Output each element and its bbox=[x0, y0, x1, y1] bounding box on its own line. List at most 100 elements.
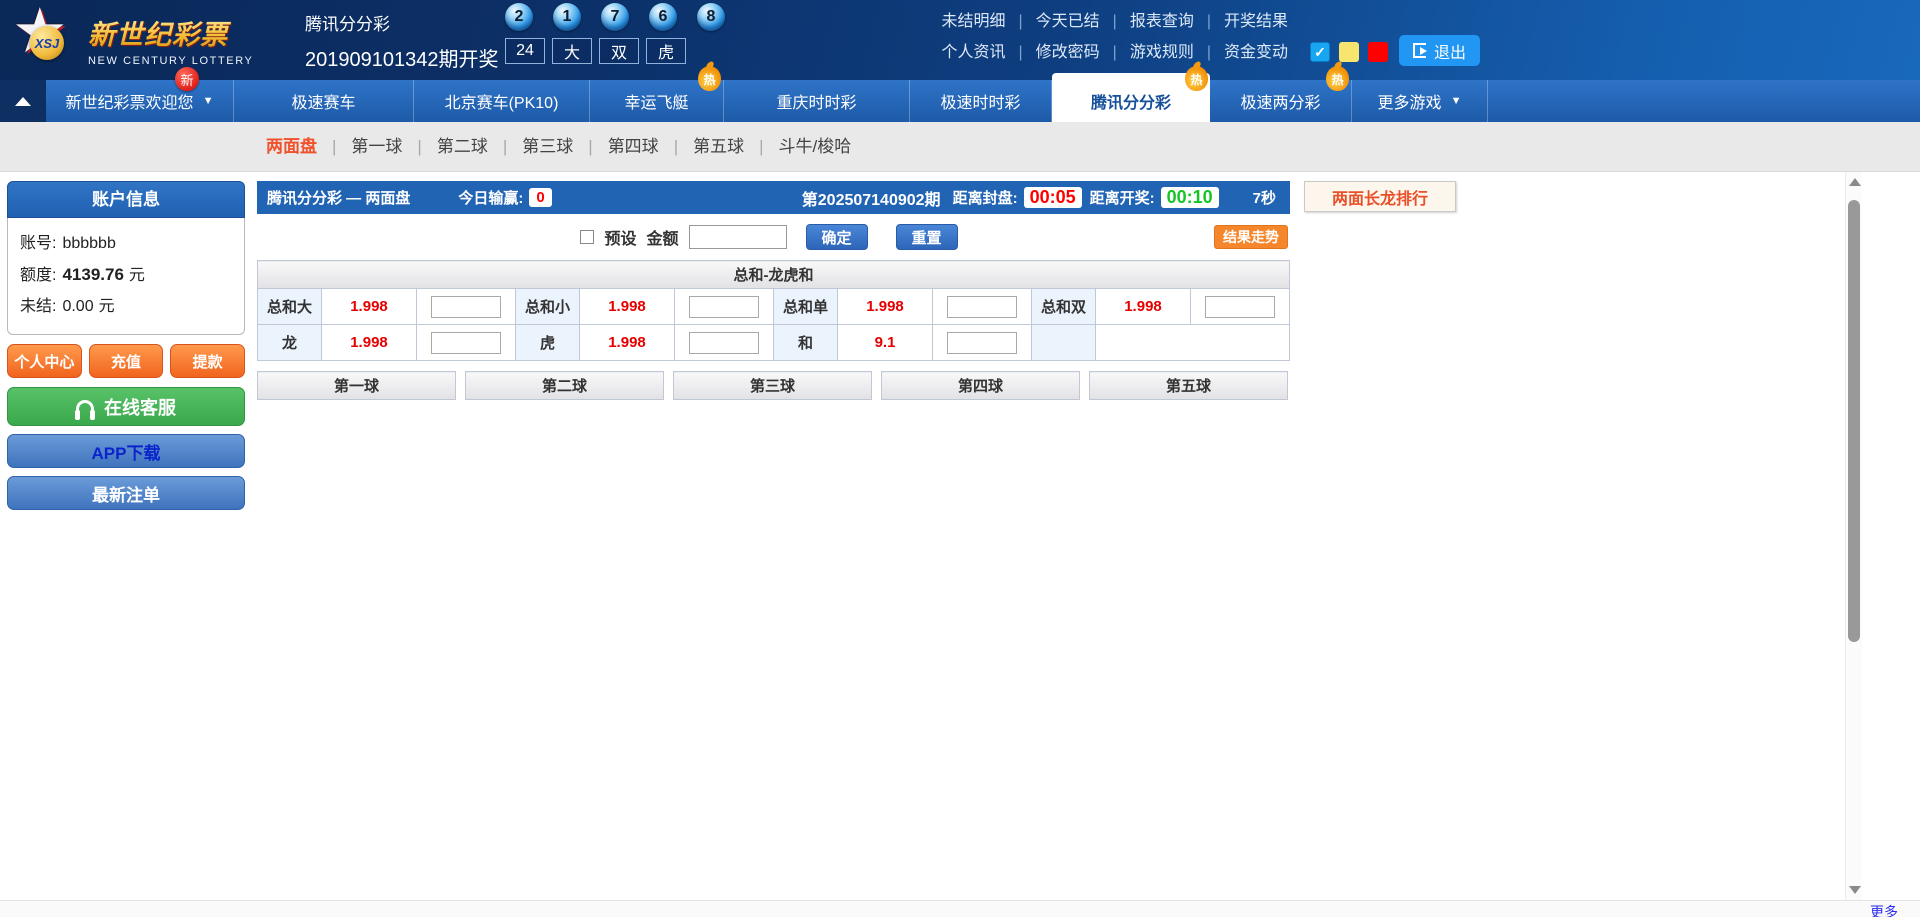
header-link[interactable]: 开奖结果 bbox=[1224, 13, 1288, 30]
bet-amount-input[interactable] bbox=[689, 332, 759, 354]
page: ★ XSJ 新世纪彩票 NEW CENTURY LOTTERY 腾讯分分彩 20… bbox=[0, 0, 1920, 917]
confirm-button[interactable]: 确定 bbox=[806, 224, 868, 250]
bet-input-cell bbox=[675, 325, 774, 361]
yellow-theme-swatch[interactable] bbox=[1339, 42, 1359, 62]
nav-tab[interactable]: 重庆时时彩 bbox=[724, 80, 910, 122]
preset-label: 预设 bbox=[604, 225, 636, 249]
nav-tab-label: 新世纪彩票欢迎您 bbox=[66, 89, 194, 113]
period-label: 第202507140902期 bbox=[802, 186, 941, 210]
profit-label: 今日输赢: bbox=[458, 187, 523, 208]
header-link[interactable]: 个人资讯 bbox=[941, 44, 1005, 61]
personal-center-button[interactable]: 个人中心 bbox=[7, 344, 82, 378]
caret-down-icon: ▼ bbox=[1451, 95, 1462, 107]
scrollbar-thumb[interactable] bbox=[1848, 200, 1860, 642]
ball-column-table: 第四球 bbox=[881, 371, 1080, 400]
bet-odds: 1.998 bbox=[322, 289, 417, 325]
seconds-remaining: 7秒 bbox=[1253, 187, 1276, 208]
vertical-scrollbar[interactable] bbox=[1845, 172, 1862, 900]
current-lottery-name: 腾讯分分彩 bbox=[305, 10, 498, 35]
more-link[interactable]: 更多 bbox=[1870, 902, 1898, 917]
account-info-title: 账户信息 bbox=[7, 181, 245, 218]
scroll-up-arrow-icon[interactable] bbox=[1849, 178, 1861, 186]
separator: | bbox=[1207, 13, 1211, 30]
bet-amount-input[interactable] bbox=[947, 332, 1017, 354]
withdraw-button[interactable]: 提款 bbox=[170, 344, 245, 378]
separator: | bbox=[759, 137, 763, 156]
draw-countdown-label: 距离开奖: bbox=[1090, 187, 1155, 208]
header-link[interactable]: 资金变动 bbox=[1224, 44, 1288, 61]
nav-tab[interactable]: 幸运飞艇热 bbox=[590, 80, 724, 122]
header-link[interactable]: 游戏规则 bbox=[1130, 44, 1194, 61]
app-download-button[interactable]: APP下载 bbox=[7, 434, 245, 468]
new-badge: 新 bbox=[175, 67, 199, 91]
separator: | bbox=[1207, 44, 1211, 61]
separator: | bbox=[1113, 13, 1117, 30]
reset-button[interactable]: 重置 bbox=[896, 224, 958, 250]
ball-column-table: 第一球 bbox=[257, 371, 456, 400]
account-field-suffix: 元 bbox=[129, 267, 145, 284]
amount-label: 金额 bbox=[647, 225, 679, 249]
header-link[interactable]: 未结明细 bbox=[941, 13, 1005, 30]
draw-balls: 21768 bbox=[505, 3, 725, 31]
site-logo[interactable]: ★ XSJ 新世纪彩票 NEW CENTURY LOTTERY bbox=[12, 6, 253, 74]
bet-odds: 1.998 bbox=[1096, 289, 1191, 325]
bet-odds: 1.998 bbox=[838, 289, 933, 325]
nav-tab[interactable]: 新世纪彩票欢迎您▼新 bbox=[46, 80, 234, 122]
close-countdown-value: 00:05 bbox=[1024, 187, 1082, 208]
account-field-value: 0.00 bbox=[62, 298, 93, 315]
empty-label-cell bbox=[1032, 325, 1096, 361]
draw-countdown-value: 00:10 bbox=[1161, 187, 1219, 208]
subnav-item[interactable]: 斗牛/梭哈 bbox=[779, 137, 852, 156]
bet-amount-input[interactable] bbox=[1205, 296, 1275, 318]
nav-tab[interactable]: 腾讯分分彩热 bbox=[1052, 80, 1210, 122]
logout-label: 退出 bbox=[1434, 39, 1466, 63]
logo-monogram: XSJ bbox=[30, 26, 64, 60]
account-field-suffix: 元 bbox=[99, 298, 115, 315]
online-service-button[interactable]: 在线客服 bbox=[7, 387, 245, 426]
account-field: 未结: 0.00 元 bbox=[20, 291, 232, 322]
nav-tab[interactable]: 极速时时彩 bbox=[910, 80, 1052, 122]
bet-option-label: 总和双 bbox=[1032, 289, 1096, 325]
blue-theme-checkbox[interactable]: ✓ bbox=[1310, 42, 1330, 62]
header-link[interactable]: 报表查询 bbox=[1130, 13, 1194, 30]
red-theme-swatch[interactable] bbox=[1368, 42, 1388, 62]
deposit-button[interactable]: 充值 bbox=[89, 344, 164, 378]
latest-orders-button[interactable]: 最新注单 bbox=[7, 476, 245, 510]
nav-tab[interactable]: 更多游戏 ▼ bbox=[1352, 80, 1488, 122]
header-link[interactable]: 修改密码 bbox=[1036, 44, 1100, 61]
nav-tab[interactable]: 极速赛车 bbox=[234, 80, 414, 122]
chevron-up-icon bbox=[15, 97, 31, 106]
nav-tab-label: 更多游戏 bbox=[1378, 89, 1442, 113]
nav-tab[interactable]: 极速两分彩热 bbox=[1210, 80, 1352, 122]
result-ball: 1 bbox=[553, 3, 581, 31]
logout-button[interactable]: 退出 bbox=[1399, 35, 1480, 66]
bet-amount-input[interactable] bbox=[947, 296, 1017, 318]
sum-table-title: 总和-龙虎和 bbox=[258, 261, 1290, 289]
subnav-item[interactable]: 第四球 bbox=[608, 137, 659, 156]
separator: | bbox=[1018, 13, 1022, 30]
headset-icon bbox=[76, 400, 94, 413]
bet-amount-input[interactable] bbox=[431, 332, 501, 354]
preset-checkbox[interactable] bbox=[580, 230, 594, 244]
subnav-item[interactable]: 第五球 bbox=[693, 137, 744, 156]
amount-input[interactable] bbox=[689, 225, 787, 249]
ball-column-header-row: 第三球 bbox=[674, 372, 872, 400]
subnav-item[interactable]: 第一球 bbox=[351, 137, 402, 156]
result-trend-button[interactable]: 结果走势 bbox=[1214, 225, 1288, 249]
header-link[interactable]: 今天已结 bbox=[1036, 13, 1100, 30]
subnav-item[interactable]: 第二球 bbox=[437, 137, 488, 156]
ball-column-title: 第一球 bbox=[258, 372, 456, 400]
two-side-dragon-rank-button[interactable]: 两面长龙排行 bbox=[1304, 181, 1456, 212]
ball-column-title: 第二球 bbox=[466, 372, 664, 400]
account-field-label: 未结: bbox=[20, 298, 56, 315]
subnav-item[interactable]: 两面盘 bbox=[266, 137, 317, 156]
bet-amount-input[interactable] bbox=[431, 296, 501, 318]
nav-collapse-button[interactable] bbox=[0, 80, 46, 122]
nav-tab[interactable]: 北京赛车(PK10) bbox=[414, 80, 590, 122]
bet-input-cell bbox=[675, 289, 774, 325]
scroll-down-arrow-icon[interactable] bbox=[1849, 886, 1861, 894]
sum-dragon-tiger-table: 总和-龙虎和总和大1.998总和小1.998总和单1.998总和双1.998龙1… bbox=[257, 260, 1290, 361]
subnav-item[interactable]: 第三球 bbox=[522, 137, 573, 156]
nav-tab-label: 极速两分彩 bbox=[1240, 89, 1320, 113]
bet-amount-input[interactable] bbox=[689, 296, 759, 318]
